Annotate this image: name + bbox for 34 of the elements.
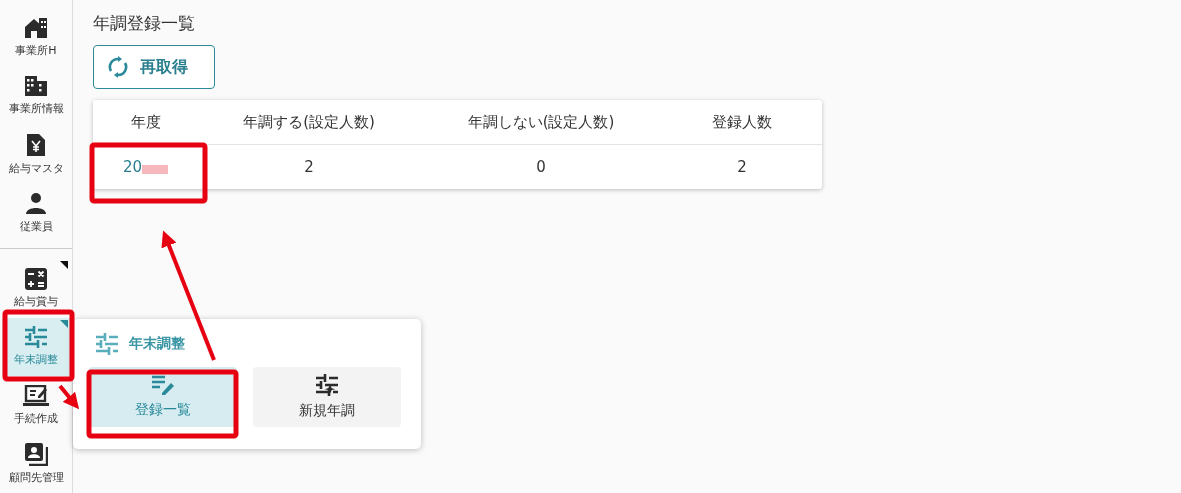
sidebar-item[interactable]: 年末調整 [2, 317, 70, 376]
refresh-icon [108, 56, 128, 78]
sidebar-item[interactable]: 事業所情報 [2, 66, 70, 125]
submenu-title: 年末調整 [129, 335, 185, 353]
column-header: 年調しない(設定人数) [466, 112, 616, 132]
sliders-icon [315, 374, 339, 396]
sidebar-item[interactable]: 従業員 [2, 183, 70, 242]
page-title: 年調登録一覧 [93, 12, 196, 35]
annotation-arrow [58, 384, 80, 410]
sliders-icon [24, 326, 48, 349]
monitor-edit-icon [23, 384, 49, 407]
person-icon [24, 191, 48, 216]
house-icon [24, 16, 48, 39]
calculator-icon [25, 267, 47, 290]
redaction-mark [142, 165, 169, 174]
table-cell-text: 2 [736, 158, 748, 176]
sidebar-item[interactable]: 給与賞与 [2, 259, 70, 318]
sidebar-item[interactable]: 事業所H [2, 8, 70, 67]
sliders-icon [95, 333, 119, 355]
reload-button[interactable]: 再取得 [93, 45, 215, 89]
column-header: 登録人数 [711, 112, 773, 132]
submenu-item[interactable]: 新規年調 [253, 367, 401, 427]
building-icon [24, 75, 48, 98]
year-link[interactable]: 20 [122, 158, 143, 176]
column-header: 年度 [129, 112, 162, 132]
yen-document-icon [26, 132, 46, 157]
sidebar-item[interactable]: 給与マスタ [2, 125, 70, 184]
list-edit-icon [151, 375, 175, 395]
table-cell-text: 2 [303, 158, 315, 176]
column-header: 年調する(設定人数) [242, 112, 376, 132]
sidebar-item[interactable]: 手続作成 [2, 376, 70, 435]
sidebar-item[interactable]: 顧問先管理 [2, 434, 70, 493]
contact-card-icon [24, 442, 48, 467]
table-cell-text: 0 [535, 158, 547, 176]
